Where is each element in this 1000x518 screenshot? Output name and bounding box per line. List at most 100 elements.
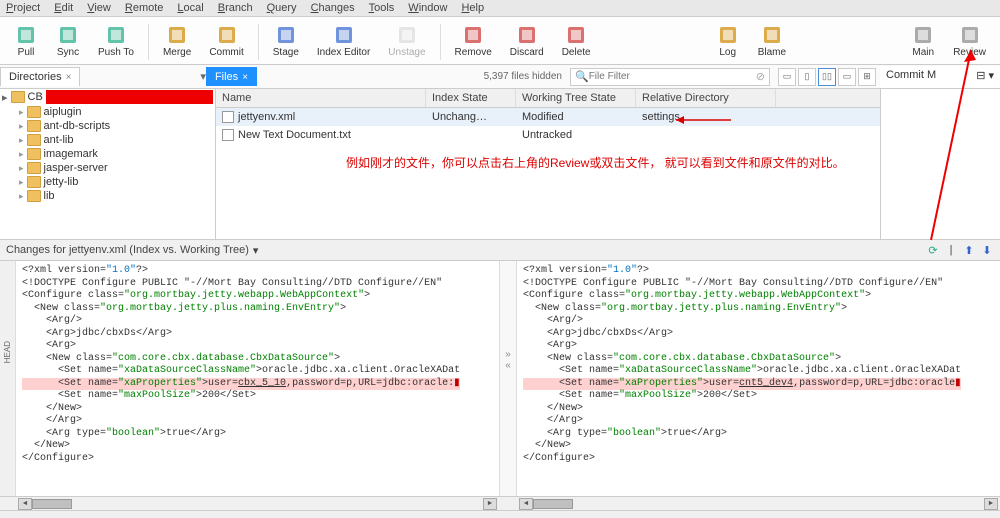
scrollbar-right[interactable]: ◄►: [517, 496, 1000, 510]
close-icon[interactable]: ×: [242, 72, 248, 83]
menu-edit[interactable]: Edit: [54, 2, 73, 14]
commit-icon: [217, 25, 237, 45]
file-row[interactable]: New Text Document.txtUntracked: [216, 126, 880, 144]
annotation-text: 例如刚才的文件，你可以点击右上角的Review或双击文件， 就可以看到文件和原文…: [346, 155, 845, 172]
tree-item-label: ant-lib: [44, 134, 74, 146]
menu-window[interactable]: Window: [408, 2, 447, 14]
annotation-arrow-icon: [676, 113, 736, 127]
toolbar-label: Blame: [758, 47, 786, 58]
working-tree-state: Modified: [516, 110, 636, 124]
tree-item-jetty-lib[interactable]: ▸jetty-lib: [0, 175, 215, 189]
discard-button[interactable]: Discard: [502, 23, 552, 60]
tree-item-label: aiplugin: [44, 106, 82, 118]
column-header[interactable]: Index State: [426, 89, 516, 107]
column-header[interactable]: Relative Directory: [636, 89, 776, 107]
view-btn-1[interactable]: ▭: [778, 68, 796, 86]
delete-icon: [566, 25, 586, 45]
view-btn-5[interactable]: ⊞: [858, 68, 876, 86]
menu-branch[interactable]: Branch: [218, 2, 253, 14]
discard-icon: [517, 25, 537, 45]
menu-bar: Project Edit View Remote Local Branch Query Cha…: [0, 0, 1000, 17]
prev-diff-icon[interactable]: ⬆: [962, 243, 976, 257]
commit-button[interactable]: Commit: [201, 23, 251, 60]
commit-panel[interactable]: [880, 89, 1000, 239]
clear-icon[interactable]: ⊘: [756, 70, 765, 83]
search-icon: 🔍: [575, 70, 589, 83]
remove-button[interactable]: Remove: [447, 23, 500, 60]
file-name: New Text Document.txt: [238, 129, 351, 141]
file-icon: [222, 111, 234, 123]
menu-tools[interactable]: Tools: [369, 2, 395, 14]
diff-right-pane[interactable]: <?xml version="1.0"?> <!DOCTYPE Configur…: [517, 261, 1000, 496]
menu-help[interactable]: Help: [461, 2, 484, 14]
index-editor-button[interactable]: Index Editor: [309, 23, 378, 60]
main-button[interactable]: Main: [903, 23, 943, 60]
column-header[interactable]: Working Tree State: [516, 89, 636, 107]
toolbar-label: Merge: [163, 47, 191, 58]
view-btn-3[interactable]: ▯▯: [818, 68, 836, 86]
file-filter-input[interactable]: [589, 71, 756, 82]
menu-project[interactable]: Project: [6, 2, 40, 14]
toolbar-label: Delete: [562, 47, 591, 58]
folder-icon: [27, 190, 41, 202]
view-btn-2[interactable]: ▯: [798, 68, 816, 86]
file-row[interactable]: jettyenv.xmlUnchang…Modifiedsettings: [216, 108, 880, 126]
menu-remote[interactable]: Remote: [125, 2, 164, 14]
redacted-box: [46, 90, 213, 104]
dropdown-icon[interactable]: ⊟ ▾: [976, 69, 994, 82]
tree-item-label: ant-db-scripts: [44, 120, 111, 132]
tab-files[interactable]: Files ×: [206, 67, 257, 86]
diff-left-pane[interactable]: <?xml version="1.0"?> <!DOCTYPE Configur…: [16, 261, 499, 496]
tree-item-lib[interactable]: ▸lib: [0, 189, 215, 203]
column-header[interactable]: Name: [216, 89, 426, 107]
view-mode-buttons: ▭ ▯ ▯▯ ▭ ⊞: [774, 68, 880, 86]
stage-icon: [276, 25, 296, 45]
merge-button[interactable]: Merge: [155, 23, 199, 60]
diff-body: HEAD <?xml version="1.0"?> <!DOCTYPE Con…: [0, 261, 1000, 496]
menu-changes[interactable]: Changes: [311, 2, 355, 14]
tree-root[interactable]: ▸CB: [0, 89, 215, 105]
close-icon[interactable]: ×: [66, 72, 72, 83]
files-panel: NameIndex StateWorking Tree StateRelativ…: [216, 89, 880, 239]
tab-files-label: Files: [215, 71, 238, 83]
file-filter-box[interactable]: 🔍 ⊘: [570, 68, 770, 86]
push-to-button[interactable]: Push To: [90, 23, 142, 60]
menu-query[interactable]: Query: [267, 2, 297, 14]
tree-item-imagemark[interactable]: ▸imagemark: [0, 147, 215, 161]
blame-button[interactable]: Blame: [750, 23, 794, 60]
view-btn-4[interactable]: ▭: [838, 68, 856, 86]
tree-item-jasper-server[interactable]: ▸jasper-server: [0, 161, 215, 175]
idxed-icon: [334, 25, 354, 45]
tab-directories[interactable]: Directories ×: [0, 67, 80, 86]
tree-item-ant-lib[interactable]: ▸ant-lib: [0, 133, 215, 147]
menu-view[interactable]: View: [87, 2, 111, 14]
toolbar-label: Discard: [510, 47, 544, 58]
panel-tab-row: Directories × ▾ Files × 5,397 files hidd…: [0, 65, 1000, 89]
tree-item-ant-db-scripts[interactable]: ▸ant-db-scripts: [0, 119, 215, 133]
file-name: jettyenv.xml: [238, 111, 295, 123]
log-button[interactable]: Log: [708, 23, 748, 60]
directories-panel[interactable]: ▸CB▸aiplugin▸ant-db-scripts▸ant-lib▸imag…: [0, 89, 216, 239]
commit-panel-title: Commit M: [886, 69, 936, 81]
delete-button[interactable]: Delete: [554, 23, 599, 60]
toolbar-label: Log: [719, 47, 736, 58]
unstage-button[interactable]: Unstage: [380, 23, 433, 60]
scrollbar-left[interactable]: ◄►: [16, 496, 499, 510]
stage-button[interactable]: Stage: [265, 23, 307, 60]
unstage-icon: [397, 25, 417, 45]
pull-button[interactable]: Pull: [6, 23, 46, 60]
review-icon: [960, 25, 980, 45]
review-button[interactable]: Review: [945, 23, 994, 60]
refresh-icon[interactable]: ⟳: [926, 243, 940, 257]
main-split: ▸CB▸aiplugin▸ant-db-scripts▸ant-lib▸imag…: [0, 89, 1000, 239]
next-diff-icon[interactable]: ⬇: [980, 243, 994, 257]
menu-local[interactable]: Local: [177, 2, 203, 14]
toolbar-label: Sync: [57, 47, 79, 58]
sync-button[interactable]: Sync: [48, 23, 88, 60]
relative-directory: [636, 128, 776, 142]
folder-icon: [27, 176, 41, 188]
tree-item-label: jasper-server: [44, 162, 108, 174]
dropdown-icon[interactable]: ▾: [253, 244, 259, 257]
toolbar-label: Review: [953, 47, 986, 58]
tree-item-aiplugin[interactable]: ▸aiplugin: [0, 105, 215, 119]
